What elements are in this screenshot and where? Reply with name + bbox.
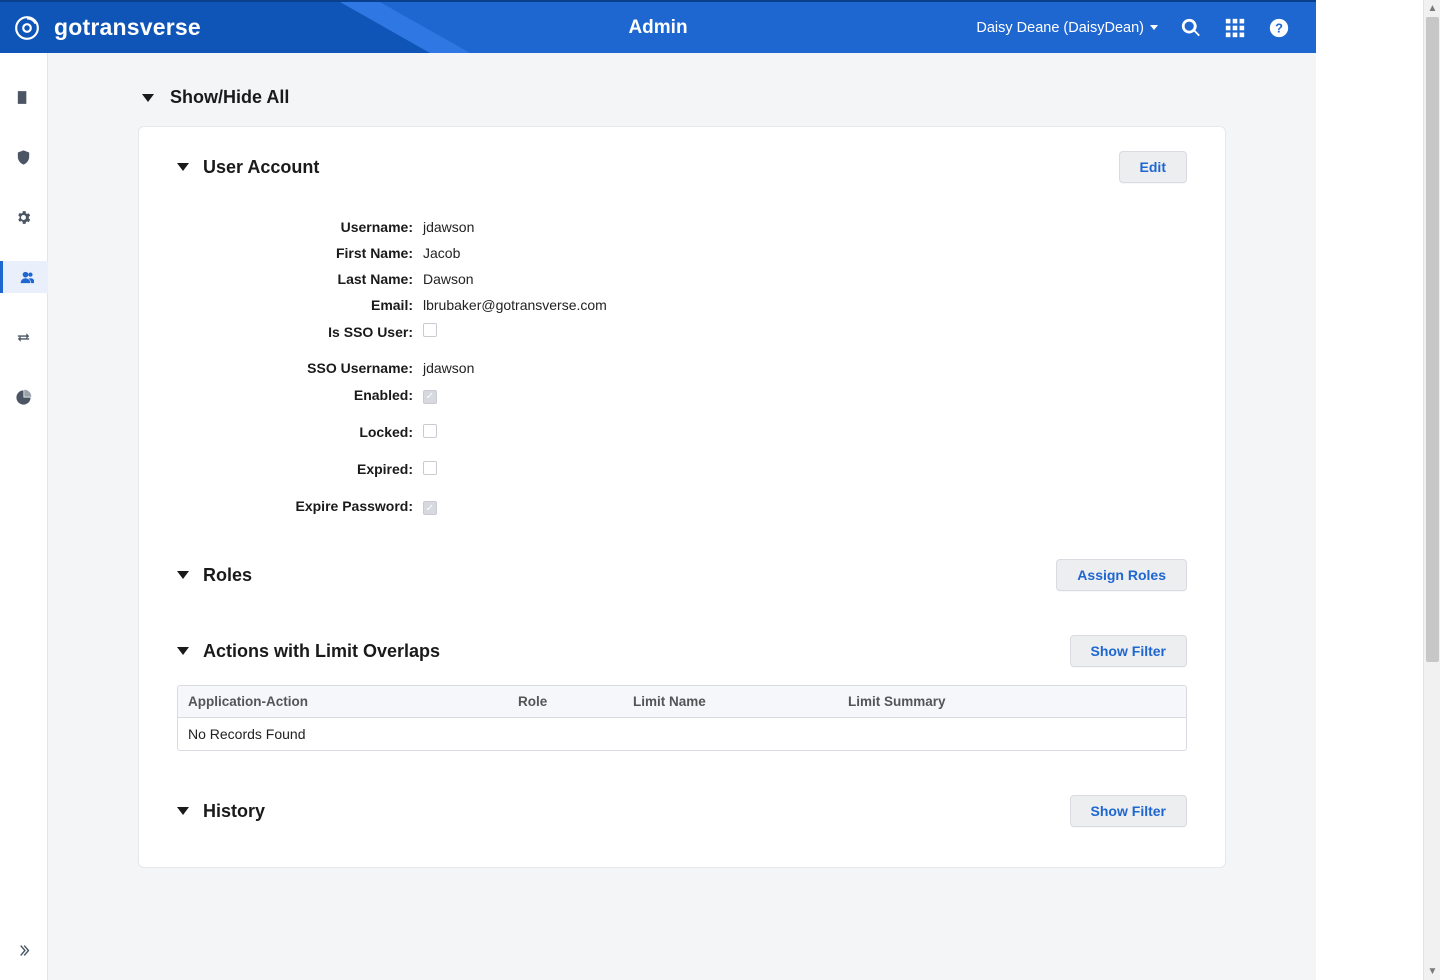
value-username: jdawson: [423, 219, 474, 235]
show-hide-all-toggle[interactable]: Show/Hide All: [142, 87, 1226, 108]
col-limit-summary[interactable]: Limit Summary: [838, 686, 1186, 717]
col-role[interactable]: Role: [508, 686, 623, 717]
assign-roles-button[interactable]: Assign Roles: [1056, 559, 1187, 591]
help-icon[interactable]: ?: [1268, 17, 1290, 39]
empty-message: No Records Found: [178, 718, 508, 750]
label-expire-password: Expire Password:: [177, 498, 423, 514]
svg-text:?: ?: [1275, 20, 1283, 35]
show-filter-history-button[interactable]: Show Filter: [1070, 795, 1187, 827]
section-history: History Show Filter: [177, 795, 1187, 827]
label-firstname: First Name:: [177, 245, 423, 261]
section-roles: Roles Assign Roles: [177, 559, 1187, 591]
content-area: Show/Hide All User Account Edit Username…: [48, 53, 1316, 980]
sidebar: [0, 53, 48, 980]
label-sso-username: SSO Username:: [177, 360, 423, 376]
section-title: User Account: [203, 157, 319, 178]
top-bar: gotransverse Admin Daisy Deane (DaisyDea…: [0, 0, 1316, 53]
sidebar-item-reports[interactable]: [0, 381, 48, 413]
user-account-fields: Username: jdawson First Name: Jacob Last…: [177, 201, 1187, 515]
caret-down-icon: [1150, 25, 1158, 30]
col-application-action[interactable]: Application-Action: [178, 686, 508, 717]
user-menu[interactable]: Daisy Deane (DaisyDean): [976, 20, 1158, 36]
label-lastname: Last Name:: [177, 271, 423, 287]
table-row-empty: No Records Found: [178, 718, 1186, 750]
checkbox-expire-password: [423, 501, 437, 515]
label-is-sso: Is SSO User:: [177, 324, 423, 340]
section-title: Roles: [203, 565, 252, 586]
brand-logo-icon: [14, 15, 40, 41]
value-lastname: Dawson: [423, 271, 474, 287]
user-menu-label: Daisy Deane (DaisyDean): [976, 20, 1144, 36]
section-overlaps: Actions with Limit Overlaps Show Filter …: [177, 635, 1187, 751]
caret-down-icon: [177, 807, 189, 815]
section-toggle-history[interactable]: History: [177, 801, 265, 822]
table-header: Application-Action Role Limit Name Limit…: [178, 686, 1186, 718]
caret-down-icon: [177, 647, 189, 655]
scroll-down-arrow-icon[interactable]: ▼: [1424, 963, 1440, 980]
section-toggle-overlaps[interactable]: Actions with Limit Overlaps: [177, 641, 440, 662]
scroll-up-arrow-icon[interactable]: ▲: [1424, 0, 1440, 17]
search-icon[interactable]: [1180, 17, 1202, 39]
value-firstname: Jacob: [423, 245, 460, 261]
show-filter-overlaps-button[interactable]: Show Filter: [1070, 635, 1187, 667]
label-enabled: Enabled:: [177, 387, 423, 403]
caret-down-icon: [177, 571, 189, 579]
sidebar-item-security[interactable]: [0, 141, 48, 173]
label-email: Email:: [177, 297, 423, 313]
sidebar-expand-icon[interactable]: [0, 934, 48, 966]
brand[interactable]: gotransverse: [0, 2, 219, 53]
sidebar-item-sync[interactable]: [0, 321, 48, 353]
section-title: History: [203, 801, 265, 822]
section-title: Actions with Limit Overlaps: [203, 641, 440, 662]
overlaps-table: Application-Action Role Limit Name Limit…: [177, 685, 1187, 751]
scroll-thumb[interactable]: [1426, 17, 1439, 662]
caret-down-icon: [142, 94, 154, 102]
checkbox-is-sso: [423, 323, 437, 337]
sidebar-item-company[interactable]: [0, 81, 48, 113]
section-user-account: User Account Edit Username: jdawson Firs…: [177, 151, 1187, 515]
section-toggle-user-account[interactable]: User Account: [177, 157, 319, 178]
value-email: lbrubaker@gotransverse.com: [423, 297, 607, 313]
sidebar-item-users[interactable]: [0, 261, 48, 293]
page-title: Admin: [628, 17, 687, 39]
show-hide-all-label: Show/Hide All: [170, 87, 289, 108]
edit-button[interactable]: Edit: [1119, 151, 1187, 183]
value-sso-username: jdawson: [423, 360, 474, 376]
label-username: Username:: [177, 219, 423, 235]
checkbox-locked: [423, 424, 437, 438]
section-toggle-roles[interactable]: Roles: [177, 565, 252, 586]
sidebar-item-settings[interactable]: [0, 201, 48, 233]
checkbox-enabled: [423, 390, 437, 404]
col-limit-name[interactable]: Limit Name: [623, 686, 838, 717]
caret-down-icon: [177, 163, 189, 171]
apps-grid-icon[interactable]: [1224, 17, 1246, 39]
label-locked: Locked:: [177, 424, 423, 440]
label-expired: Expired:: [177, 461, 423, 477]
window-scrollbar[interactable]: ▲ ▼: [1423, 0, 1440, 980]
checkbox-expired: [423, 461, 437, 475]
right-gutter: [1316, 0, 1423, 980]
brand-text: gotransverse: [54, 14, 201, 41]
main-card: User Account Edit Username: jdawson Firs…: [138, 126, 1226, 868]
